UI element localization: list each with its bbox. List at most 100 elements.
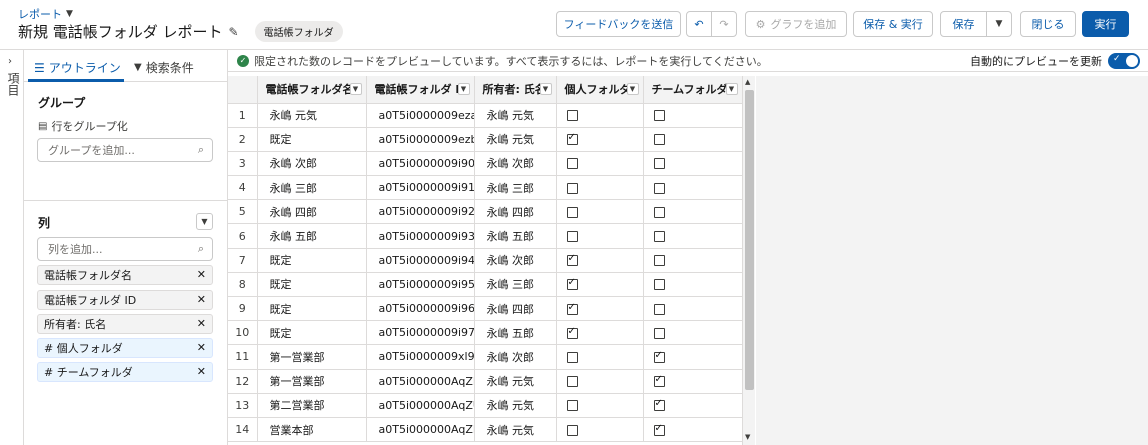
panel-tabs: ☰ アウトライン ▼ 検索条件 xyxy=(24,50,228,82)
table-cell xyxy=(643,320,743,346)
checkbox-unchecked-icon xyxy=(653,279,665,291)
table-cell: a0T5i0000009i91 xyxy=(366,175,475,201)
table-cell xyxy=(643,151,743,177)
groups-title: グループ xyxy=(38,96,86,110)
table-cell: a0T5i0000009eza xyxy=(366,103,475,128)
table-cell: 永嶋 五郎 xyxy=(474,223,557,249)
table-row: 12 第一営業部 a0T5i000000AqZP 永嶋 元気 xyxy=(228,369,743,394)
auto-preview-toggle[interactable]: ✓ xyxy=(1108,53,1140,69)
table-cell xyxy=(643,369,743,394)
checkbox-unchecked-icon xyxy=(566,424,578,436)
column-search[interactable]: ⌕ xyxy=(37,237,213,261)
column-header-label: 個人フォルダ xyxy=(564,83,631,97)
column-header[interactable]: 個人フォルダ ▼ xyxy=(556,76,644,104)
fields-rail[interactable]: › 項目 xyxy=(0,50,24,445)
row-number: 2 xyxy=(228,127,258,152)
table-cell: 営業本部 xyxy=(257,417,367,443)
breadcrumb-reports[interactable]: レポート xyxy=(18,6,62,22)
table-cell: 永嶋 元気 xyxy=(257,103,367,128)
scroll-down-icon[interactable]: ▼ xyxy=(745,433,750,441)
list-icon: ☰ xyxy=(34,60,45,75)
save-run-button[interactable]: 保存 & 実行 xyxy=(853,11,933,37)
close-icon[interactable]: ✕ xyxy=(197,341,206,354)
group-rows-text: 行をグループ化 xyxy=(51,120,128,133)
column-header[interactable]: チームフォルダ ▼ xyxy=(643,76,743,104)
columns-menu-button[interactable]: ▼ xyxy=(196,213,213,230)
auto-preview: 自動的にプレビューを更新 ✓ xyxy=(970,53,1140,69)
save-button[interactable]: 保存 xyxy=(940,11,987,37)
chevron-down-icon: ▼ xyxy=(201,217,208,226)
chevron-down-icon[interactable]: ▼ xyxy=(66,9,73,19)
row-number: 1 xyxy=(228,103,258,128)
breadcrumb[interactable]: レポート ▼ xyxy=(18,6,73,22)
chevron-down-icon[interactable]: ▼ xyxy=(725,83,738,95)
chevron-right-icon[interactable]: › xyxy=(8,56,12,67)
tab-filters[interactable]: ▼ 検索条件 xyxy=(134,59,194,76)
scrollbar-thumb[interactable] xyxy=(745,90,754,390)
pencil-icon[interactable]: ✎ xyxy=(229,25,239,39)
table-cell xyxy=(643,127,743,152)
checkbox-checked-icon xyxy=(653,350,665,363)
column-pill[interactable]: 電話帳フォルダ名 ✕ xyxy=(37,265,213,285)
table-cell: 既定 xyxy=(257,320,367,346)
checkbox-unchecked-icon xyxy=(653,110,665,122)
table-row: 14 営業本部 a0T5i000000AqZK 永嶋 元気 xyxy=(228,417,743,443)
table-cell: a0T5i0000009i92 xyxy=(366,199,475,225)
column-pill[interactable]: # 個人フォルダ ✕ xyxy=(37,338,213,358)
columns-title: 列 xyxy=(38,216,51,230)
column-header-label: 所有者: 氏名 xyxy=(482,83,546,97)
close-button[interactable]: 閉じる xyxy=(1020,11,1076,37)
column-header[interactable]: 電話帳フォルダ ID ▼ xyxy=(366,76,475,104)
column-pill[interactable]: 電話帳フォルダ ID ✕ xyxy=(37,290,213,310)
checkbox-checked-icon xyxy=(566,302,578,315)
table-cell: a0T5i0000009i90 xyxy=(366,151,475,177)
run-button[interactable]: 実行 xyxy=(1082,11,1129,37)
chart-icon: ⚙ xyxy=(755,17,766,31)
group-search[interactable]: ⌕ xyxy=(37,138,213,162)
column-pill[interactable]: 所有者: 氏名 ✕ xyxy=(37,314,213,334)
chevron-down-icon[interactable]: ▼ xyxy=(457,83,470,95)
column-header[interactable]: 電話帳フォルダ名 ▼ xyxy=(257,76,367,104)
column-search-input[interactable] xyxy=(46,242,186,257)
row-number: 6 xyxy=(228,223,258,249)
table-cell: a0T5i0000009i94 xyxy=(366,248,475,273)
table-cell: 永嶋 四郎 xyxy=(474,199,557,225)
check-icon: ✓ xyxy=(1113,54,1121,64)
row-number: 14 xyxy=(228,417,258,443)
table-cell xyxy=(556,248,644,273)
chevron-down-icon[interactable]: ▼ xyxy=(539,83,552,95)
row-number: 8 xyxy=(228,272,258,298)
checkbox-checked-icon xyxy=(653,398,665,412)
checkbox-checked-icon xyxy=(566,253,578,267)
column-header[interactable]: 所有者: 氏名 ▼ xyxy=(474,76,557,104)
table-row: 7 既定 a0T5i0000009i94 永嶋 次郎 xyxy=(228,248,743,273)
table-scrollbar[interactable]: ▲ ▼ xyxy=(742,76,755,445)
table-cell xyxy=(556,127,644,152)
scroll-up-icon[interactable]: ▲ xyxy=(745,78,750,86)
group-search-input[interactable] xyxy=(46,143,186,158)
chevron-down-icon[interactable]: ▼ xyxy=(626,83,639,95)
table-cell: 永嶋 五郎 xyxy=(257,223,367,249)
close-icon[interactable]: ✕ xyxy=(197,268,206,281)
column-pill-label: 電話帳フォルダ ID xyxy=(44,294,137,307)
close-icon[interactable]: ✕ xyxy=(197,317,206,330)
add-chart-button[interactable]: ⚙ グラフを追加 xyxy=(745,11,847,37)
table-cell xyxy=(556,417,644,443)
row-number: 7 xyxy=(228,248,258,273)
close-icon[interactable]: ✕ xyxy=(197,365,206,378)
chevron-down-icon[interactable]: ▼ xyxy=(349,83,362,95)
column-pill[interactable]: # チームフォルダ ✕ xyxy=(37,362,213,382)
tab-outline[interactable]: ☰ アウトライン xyxy=(34,59,121,76)
redo-button[interactable]: ↷ xyxy=(711,11,737,37)
table-cell xyxy=(556,369,644,394)
save-menu-button[interactable]: ▼ xyxy=(986,11,1012,37)
checkbox-unchecked-icon xyxy=(653,206,665,218)
close-icon[interactable]: ✕ xyxy=(197,293,206,306)
row-number: 12 xyxy=(228,369,258,394)
feedback-button[interactable]: フィードバックを送信 xyxy=(556,11,681,37)
table-cell: a0T5i0000009i96 xyxy=(366,296,475,322)
report-header: レポート ▼ 新規 電話帳フォルダ レポート ✎ 電話帳フォルダ フィードバック… xyxy=(0,0,1148,50)
undo-button[interactable]: ↶ xyxy=(686,11,712,37)
auto-preview-label: 自動的にプレビューを更新 xyxy=(970,55,1102,68)
checkbox-unchecked-icon xyxy=(566,400,578,412)
